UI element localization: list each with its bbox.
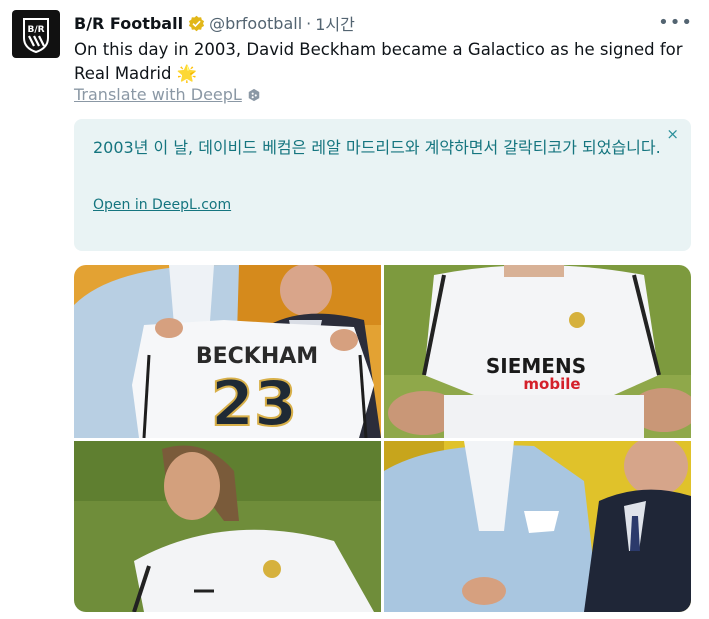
tweet-body: On this day in 2003, David Beckham becam… xyxy=(74,40,683,83)
close-icon[interactable]: × xyxy=(666,125,679,143)
photo-crouching-kit[interactable]: SIEMENS mobile xyxy=(384,265,691,438)
svg-text:B/R: B/R xyxy=(27,25,44,35)
deepl-icon xyxy=(248,88,260,101)
tweet-text: On this day in 2003, David Beckham becam… xyxy=(74,38,694,86)
sponsor-bottom-text: mobile xyxy=(523,375,580,393)
deepl-translation-panel: × 2003년 이 날, 데이비드 베컴은 레알 마드리드와 계약하면서 갈락티… xyxy=(74,119,691,251)
open-in-deepl-link[interactable]: Open in DeepL.com xyxy=(93,197,231,213)
star-emoji: 🌟 xyxy=(176,64,198,83)
author-name[interactable]: B/R Football xyxy=(74,14,183,33)
shirt-number-text: 23 xyxy=(211,367,297,438)
more-options-icon[interactable]: ••• xyxy=(658,12,693,33)
translate-label: Translate with DeepL xyxy=(74,85,242,104)
timestamp[interactable]: 1시간 xyxy=(315,11,355,35)
photo-suits[interactable] xyxy=(384,441,691,612)
photo-shirt-presentation[interactable]: BECKHAM 23 xyxy=(74,265,381,438)
media-grid: BECKHAM 23 SIEMENS mobile xyxy=(74,265,691,612)
tweet-header: B/R Football @brfootball · 1시간 ••• xyxy=(74,12,697,34)
avatar[interactable]: B/R xyxy=(12,10,60,58)
translate-link[interactable]: Translate with DeepL xyxy=(74,85,261,104)
br-logo-icon: B/R xyxy=(23,18,49,54)
photo-looking-up[interactable] xyxy=(74,441,381,612)
author-handle[interactable]: @brfootball xyxy=(209,14,302,33)
separator-dot: · xyxy=(306,13,312,33)
translation-text: 2003년 이 날, 데이비드 베컴은 레알 마드리드와 계약하면서 갈락티코가… xyxy=(93,138,661,157)
verified-badge-icon xyxy=(188,15,205,31)
shirt-name-text: BECKHAM xyxy=(196,344,318,369)
